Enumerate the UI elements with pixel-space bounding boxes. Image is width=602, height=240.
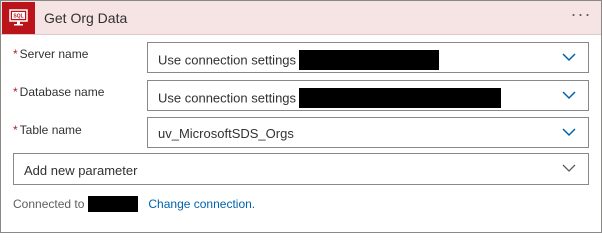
change-connection-link[interactable]: Change connection. xyxy=(148,197,255,211)
svg-text:SQL: SQL xyxy=(13,14,23,20)
action-card: SQL Get Org Data ··· * Server name Use co… xyxy=(0,0,602,233)
chevron-down-icon xyxy=(562,53,576,62)
add-new-parameter-label: Add new parameter xyxy=(24,163,138,178)
sql-server-icon: SQL xyxy=(2,2,35,34)
connection-footer: Connected to Change connection. xyxy=(13,196,255,213)
server-name-value: Use connection settings xyxy=(158,50,440,71)
connected-to-text: Connected to xyxy=(13,197,85,212)
database-name-value-text: Use connection settings xyxy=(158,90,297,106)
table-name-value: uv_MicrosoftSDS_Orgs xyxy=(158,126,294,141)
add-new-parameter-dropdown[interactable]: Add new parameter xyxy=(13,153,589,185)
database-name-value: Use connection settings xyxy=(158,88,502,109)
chevron-down-icon xyxy=(562,128,576,137)
redacted-block xyxy=(88,196,139,212)
required-marker: * xyxy=(13,85,18,99)
table-name-label: * Table name xyxy=(13,123,82,137)
redacted-block xyxy=(299,50,440,70)
required-marker: * xyxy=(13,47,18,61)
more-options-button[interactable]: ··· xyxy=(569,5,593,26)
card-title: Get Org Data xyxy=(44,10,128,26)
redacted-block xyxy=(299,88,502,108)
server-name-value-text: Use connection settings xyxy=(158,52,297,68)
table-name-dropdown[interactable]: uv_MicrosoftSDS_Orgs xyxy=(147,117,589,148)
server-name-label: * Server name xyxy=(13,47,88,61)
chevron-down-icon xyxy=(562,164,576,172)
server-name-label-text: Server name xyxy=(19,47,89,61)
database-name-label-text: Database name xyxy=(19,85,105,99)
database-name-dropdown[interactable]: Use connection settings xyxy=(147,80,589,111)
server-name-dropdown[interactable]: Use connection settings xyxy=(147,42,589,73)
database-name-label: * Database name xyxy=(13,85,104,99)
required-marker: * xyxy=(13,123,18,137)
card-header[interactable]: SQL Get Org Data ··· xyxy=(1,1,601,35)
chevron-down-icon xyxy=(562,91,576,100)
table-name-label-text: Table name xyxy=(19,123,82,137)
